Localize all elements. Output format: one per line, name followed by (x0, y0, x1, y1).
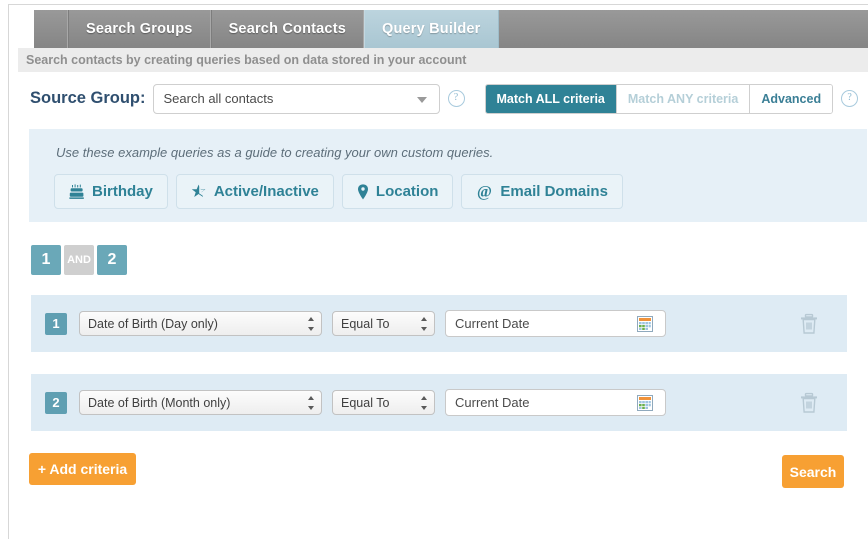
source-group-help-icon[interactable]: ? (447, 90, 465, 107)
source-group-row: Source Group: Search all contacts ? Matc… (18, 72, 868, 125)
cake-icon (69, 183, 85, 200)
match-any-label: Match ANY criteria (627, 91, 739, 106)
criteria-row-1-field-value: Date of Birth (Day only) (88, 316, 218, 331)
match-criteria-group-wrap: Match ALL criteria Match ANY criteria Ad… (484, 83, 859, 114)
match-any-button[interactable]: Match ANY criteria (616, 84, 751, 113)
criteria-row-1-value-text: Current Date (455, 316, 530, 331)
tab-bar-left-spacer (34, 10, 68, 48)
criteria-row-2-operator-select[interactable]: Equal To (332, 390, 435, 415)
match-help-icon[interactable]: ? (841, 90, 859, 107)
match-all-label: Match ALL criteria (496, 91, 605, 106)
tab-search-groups[interactable]: Search Groups (68, 10, 211, 48)
query-group-badges: 1 AND 2 (31, 245, 127, 275)
criteria-row-1-delete-button[interactable] (799, 313, 819, 340)
criteria-row-1-number: 1 (45, 312, 67, 335)
match-all-button[interactable]: Match ALL criteria (485, 84, 617, 113)
badge-criteria-1-label: 1 (41, 251, 51, 268)
query-builder-page: Search Groups Search Contacts Query Buil… (0, 0, 868, 539)
tab-search-groups-label: Search Groups (86, 21, 193, 37)
badge-criteria-1[interactable]: 1 (31, 245, 61, 275)
badge-criteria-2-label: 2 (107, 251, 117, 268)
advanced-label: Advanced (761, 91, 822, 106)
svg-text:@: @ (477, 184, 492, 201)
at-icon: @ (476, 183, 493, 201)
criteria-row-2: 2 Date of Birth (Month only) Equal To Cu… (31, 374, 847, 431)
example-active-inactive-label: Active/Inactive (213, 183, 319, 200)
badge-operator-and-label: AND (67, 254, 91, 266)
criteria-row-2-number: 2 (45, 391, 67, 414)
criteria-row-2-value-input[interactable]: Current Date (445, 389, 666, 416)
calendar-icon[interactable] (637, 394, 653, 411)
spinner-arrows-icon (307, 316, 314, 331)
criteria-row-2-value-text: Current Date (455, 395, 530, 410)
calendar-icon[interactable] (637, 315, 653, 332)
add-criteria-label: + Add criteria (37, 461, 128, 477)
example-queries-hint: Use these example queries as a guide to … (56, 145, 494, 160)
chevron-down-icon (416, 96, 427, 103)
example-location-button[interactable]: Location (341, 174, 454, 209)
example-birthday-label: Birthday (92, 183, 153, 200)
main-card: Search Groups Search Contacts Query Buil… (8, 4, 868, 539)
criteria-row-2-field-value: Date of Birth (Month only) (88, 395, 231, 410)
spinner-arrows-icon (420, 395, 427, 410)
tab-bar-fill (499, 10, 868, 48)
tab-query-builder[interactable]: Query Builder (364, 10, 499, 48)
source-group-value: Search all contacts (163, 91, 274, 106)
badge-operator-and[interactable]: AND (64, 245, 94, 275)
match-criteria-group: Match ALL criteria Match ANY criteria Ad… (484, 83, 834, 114)
map-pin-icon (357, 183, 369, 200)
search-button[interactable]: Search (782, 455, 844, 488)
tab-query-builder-label: Query Builder (382, 21, 481, 37)
criteria-row-2-operator-value: Equal To (341, 395, 390, 410)
subtitle-text: Search contacts by creating queries base… (26, 53, 467, 67)
tab-search-contacts[interactable]: Search Contacts (210, 10, 364, 48)
criteria-row-1: 1 Date of Birth (Day only) Equal To Curr… (31, 295, 847, 352)
tab-bar: Search Groups Search Contacts Query Buil… (34, 10, 868, 48)
spinner-arrows-icon (307, 395, 314, 410)
criteria-row-2-delete-button[interactable] (799, 392, 819, 419)
star-icon (191, 184, 207, 200)
add-criteria-button[interactable]: + Add criteria (29, 453, 136, 485)
tab-search-contacts-label: Search Contacts (228, 21, 346, 37)
example-queries-buttons: Birthday Active/Inactive Location @ Emai… (54, 174, 623, 209)
example-email-domains-button[interactable]: @ Email Domains (461, 174, 623, 209)
badge-criteria-2[interactable]: 2 (97, 245, 127, 275)
source-group-select[interactable]: Search all contacts (152, 83, 440, 114)
example-birthday-button[interactable]: Birthday (54, 174, 168, 209)
advanced-button[interactable]: Advanced (750, 84, 833, 113)
criteria-row-1-value-input[interactable]: Current Date (445, 310, 666, 337)
spinner-arrows-icon (420, 316, 427, 331)
criteria-row-2-field-select[interactable]: Date of Birth (Month only) (79, 390, 322, 415)
subtitle-bar: Search contacts by creating queries base… (18, 48, 868, 72)
criteria-row-1-operator-select[interactable]: Equal To (332, 311, 435, 336)
search-button-label: Search (789, 463, 837, 480)
criteria-row-1-field-select[interactable]: Date of Birth (Day only) (79, 311, 322, 336)
example-email-domains-label: Email Domains (500, 183, 608, 200)
source-group-label: Source Group: (30, 89, 146, 107)
example-active-inactive-button[interactable]: Active/Inactive (175, 174, 334, 209)
example-queries-panel: Use these example queries as a guide to … (29, 129, 867, 222)
example-location-label: Location (375, 183, 439, 200)
criteria-row-1-operator-value: Equal To (341, 316, 390, 331)
